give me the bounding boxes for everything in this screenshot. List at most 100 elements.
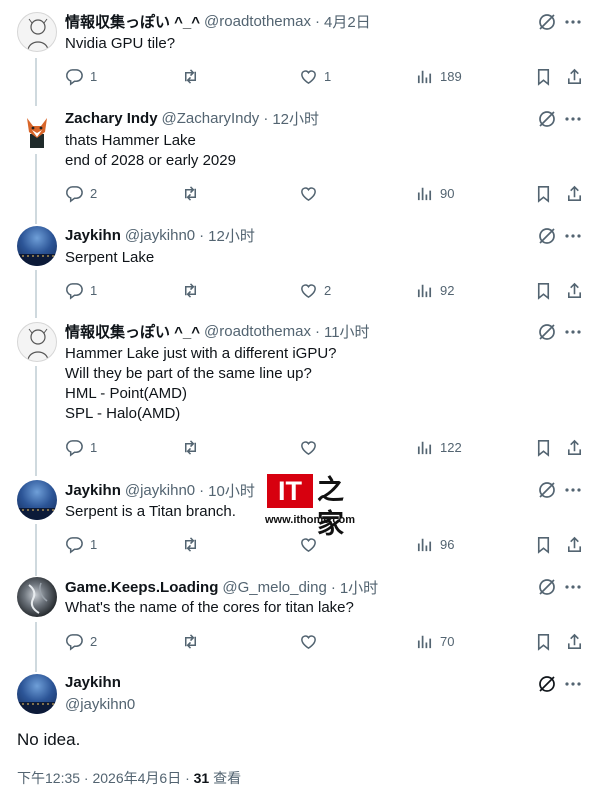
views-button[interactable]: 92 [415, 280, 454, 300]
reply-button[interactable]: 2 [65, 631, 97, 651]
reply-button[interactable]: 1 [65, 437, 97, 457]
author-name[interactable]: Game.Keeps.Loading [65, 579, 218, 596]
retweet-icon [184, 68, 197, 84]
more-options-icon[interactable] [563, 109, 583, 129]
grok-icon[interactable] [537, 674, 557, 694]
author-name[interactable]: 情報収集っぽい ^_^ [65, 11, 200, 32]
grok-icon[interactable] [537, 226, 557, 246]
retweet-icon [184, 185, 197, 201]
bookmark-button[interactable] [534, 66, 553, 86]
bookmark-button[interactable] [534, 631, 553, 651]
share-button[interactable] [565, 66, 584, 86]
tweet-time[interactable]: 1小时 [340, 577, 378, 598]
grok-icon[interactable] [537, 322, 557, 342]
reply-button[interactable]: 1 [65, 534, 97, 554]
avatar[interactable] [17, 110, 57, 150]
tweet-line: end of 2028 or early 2029 [65, 152, 236, 169]
grok-icon[interactable] [537, 109, 557, 129]
tweet-actions: 2 70 [65, 631, 590, 651]
more-options-icon[interactable] [563, 322, 583, 342]
avatar[interactable] [17, 674, 57, 714]
tweet-time[interactable]: 10小时 [208, 480, 255, 501]
like-button[interactable]: 2 [299, 280, 331, 300]
retweet-button[interactable] [181, 437, 206, 457]
like-button[interactable]: 1 [299, 66, 331, 86]
author-handle[interactable]: @roadtothemax [204, 323, 311, 340]
author-name[interactable]: Jaykihn [65, 674, 121, 691]
more-options-icon[interactable] [563, 577, 583, 597]
author-name[interactable]: Jaykihn [65, 482, 121, 499]
views-button[interactable]: 90 [415, 183, 454, 203]
author-name[interactable]: Jaykihn [65, 227, 121, 244]
like-button[interactable] [299, 631, 324, 651]
share-button[interactable] [565, 631, 584, 651]
reply-button[interactable]: 1 [65, 280, 97, 300]
tweet-line: Hammer Lake just with a different iGPU? [65, 345, 337, 362]
tweet-timestamp[interactable]: 下午12:35 · 2026年4月6日 · [17, 770, 194, 786]
avatar[interactable] [17, 226, 57, 266]
reply-button[interactable]: 1 [65, 66, 97, 86]
share-button[interactable] [565, 183, 584, 203]
avatar[interactable] [17, 12, 57, 52]
share-button[interactable] [565, 534, 584, 554]
avatar[interactable] [17, 322, 57, 362]
views-count: 96 [440, 536, 455, 552]
like-button[interactable] [299, 437, 324, 457]
grok-icon[interactable] [537, 12, 557, 32]
avatar[interactable] [17, 577, 57, 617]
share-button[interactable] [565, 437, 584, 457]
author-handle[interactable]: @roadtothemax [204, 13, 311, 30]
tweet-line: Serpent is a Titan branch. [65, 503, 236, 520]
bookmark-button[interactable] [534, 437, 553, 457]
watermark-han: 之家 [317, 475, 344, 540]
retweet-button[interactable] [181, 280, 206, 300]
author-handle[interactable]: @G_melo_ding [222, 579, 326, 596]
views-button[interactable]: 96 [415, 534, 454, 554]
retweet-button[interactable] [181, 534, 206, 554]
retweet-button[interactable] [181, 183, 206, 203]
views-button[interactable]: 122 [415, 437, 462, 457]
reply-button[interactable]: 2 [65, 183, 97, 203]
tweet-time[interactable]: 12小时 [272, 108, 319, 129]
bookmark-button[interactable] [534, 183, 553, 203]
author-handle[interactable]: @jaykihn0 [65, 696, 135, 713]
bookmark-button[interactable] [534, 280, 553, 300]
share-button[interactable] [565, 280, 584, 300]
avatar[interactable] [17, 480, 57, 520]
grok-icon[interactable] [537, 480, 557, 500]
more-options-icon[interactable] [563, 12, 583, 32]
author-handle[interactable]: @jaykihn0 [125, 482, 195, 499]
author-name[interactable]: Zachary Indy [65, 110, 158, 127]
views-icon [417, 635, 432, 648]
views-button[interactable]: 189 [415, 66, 462, 86]
retweet-button[interactable] [181, 631, 206, 651]
retweet-icon [184, 282, 197, 298]
reply-count: 1 [90, 282, 98, 298]
more-options-icon[interactable] [563, 226, 583, 246]
separator-dot: · [263, 109, 269, 127]
author-handle[interactable]: @ZacharyIndy [162, 110, 260, 127]
views-count: 70 [440, 633, 455, 649]
views-button[interactable]: 70 [415, 631, 454, 651]
tweet-text: What's the name of the cores for titan l… [65, 598, 354, 618]
bookmark-button[interactable] [534, 534, 553, 554]
tweet-time[interactable]: 12小时 [208, 225, 255, 246]
tweet-time[interactable]: 11小时 [324, 321, 370, 342]
retweet-button[interactable] [181, 66, 206, 86]
grok-icon[interactable] [537, 577, 557, 597]
more-options-icon[interactable] [563, 480, 583, 500]
tweet-line: Serpent Lake [65, 249, 155, 266]
retweet-icon [184, 633, 197, 649]
heart-icon [301, 283, 316, 298]
tweet-time[interactable]: 4月2日 [324, 11, 371, 32]
tweet-meta: 下午12:35 · 2026年4月6日 · 31 查看 [17, 768, 241, 788]
like-button[interactable] [299, 183, 324, 203]
author-name[interactable]: 情報収集っぽい ^_^ [65, 321, 200, 342]
tweet-line: thats Hammer Lake [65, 132, 196, 149]
heart-icon [301, 440, 316, 455]
author-handle[interactable]: @jaykihn0 [125, 227, 195, 244]
more-options-icon[interactable] [563, 674, 583, 694]
thread-line [35, 270, 37, 318]
tweet-line: HML - Point(AMD) [65, 385, 187, 402]
share-icon [567, 633, 582, 649]
